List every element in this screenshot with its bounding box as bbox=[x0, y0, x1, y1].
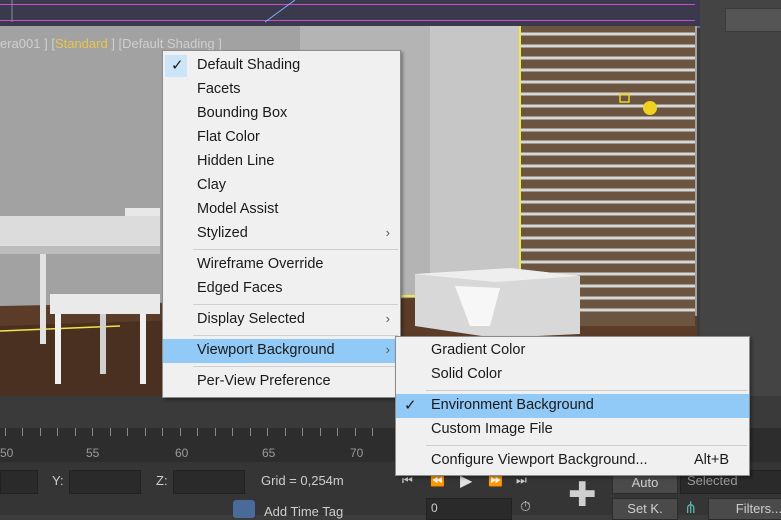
ruler-tick bbox=[92, 428, 93, 436]
ruler-tick bbox=[40, 428, 41, 436]
current-frame-value: 0 bbox=[431, 501, 438, 515]
menu-item-label: Gradient Color bbox=[431, 342, 526, 358]
menu-item-clay[interactable]: Clay bbox=[163, 174, 400, 198]
menu-item-bounding-box[interactable]: Bounding Box bbox=[163, 102, 400, 126]
menu-item-hidden-line[interactable]: Hidden Line bbox=[163, 150, 400, 174]
menu-item-facets[interactable]: Facets bbox=[163, 78, 400, 102]
ruler-number: 70 bbox=[350, 446, 364, 460]
viewport-background-submenu: Gradient Color Solid Color ✓ Environment… bbox=[395, 336, 750, 476]
menu-item-flat-color[interactable]: Flat Color bbox=[163, 126, 400, 150]
menu-item-custom-image-file[interactable]: Custom Image File bbox=[396, 418, 749, 442]
menu-item-model-assist[interactable]: Model Assist bbox=[163, 198, 400, 222]
top-viewport-strip bbox=[0, 0, 700, 28]
set-key-button[interactable]: Set K. bbox=[612, 498, 678, 520]
menu-item-label: Per-View Preference bbox=[197, 373, 331, 389]
menu-item-viewport-background[interactable]: Viewport Background › bbox=[163, 339, 400, 363]
menu-item-label: Model Assist bbox=[197, 201, 279, 217]
menu-item-configure-viewport-background[interactable]: Configure Viewport Background... Alt+B bbox=[396, 449, 749, 473]
key-filters-button[interactable]: Filters... bbox=[708, 498, 781, 520]
z-label: Z: bbox=[156, 473, 168, 488]
menu-item-label: Custom Image File bbox=[431, 421, 553, 437]
y-label: Y: bbox=[52, 473, 64, 488]
ruler-tick bbox=[267, 428, 268, 436]
ruler-number: 60 bbox=[175, 446, 189, 460]
viewport-label-prefix[interactable]: era001 ] [ bbox=[0, 36, 55, 51]
ruler-tick bbox=[110, 428, 111, 436]
ruler-number: 50 bbox=[0, 446, 14, 460]
menu-item-label: Edged Faces bbox=[197, 280, 283, 296]
submenu-arrow-icon: › bbox=[385, 311, 390, 326]
menu-item-solid-color[interactable]: Solid Color bbox=[396, 363, 749, 387]
menu-item-display-selected[interactable]: Display Selected › bbox=[163, 308, 400, 332]
panel-button[interactable] bbox=[725, 8, 781, 32]
submenu-arrow-icon: › bbox=[385, 225, 390, 240]
viewport-label-suffix[interactable]: ] [Default Shading ] bbox=[108, 36, 222, 51]
ruler-tick bbox=[162, 428, 163, 436]
current-frame-field[interactable]: 0 bbox=[426, 498, 512, 520]
ruler-number: 65 bbox=[262, 446, 276, 460]
ruler-tick bbox=[127, 428, 128, 436]
menu-item-wireframe-override[interactable]: Wireframe Override bbox=[163, 253, 400, 277]
menu-item-label: Stylized bbox=[197, 225, 248, 241]
ruler-tick bbox=[320, 428, 321, 436]
ruler-tick bbox=[302, 428, 303, 436]
add-time-tag-button[interactable]: Add Time Tag bbox=[264, 504, 343, 519]
ruler-tick bbox=[180, 428, 181, 436]
ruler-tick bbox=[232, 428, 233, 436]
viewport-label[interactable]: era001 ] [Standard ] [Default Shading ] bbox=[0, 36, 222, 51]
time-config-icon[interactable]: ⏱ bbox=[520, 498, 531, 515]
menu-item-label: Viewport Background bbox=[197, 342, 335, 358]
z-coordinate-field[interactable] bbox=[173, 470, 245, 494]
menu-item-label: Environment Background bbox=[431, 397, 594, 413]
menu-separator bbox=[426, 390, 747, 391]
ruler-tick bbox=[337, 428, 338, 436]
ruler-tick bbox=[22, 428, 23, 436]
menu-item-label: Facets bbox=[197, 81, 241, 97]
menu-item-label: Flat Color bbox=[197, 129, 260, 145]
menu-item-shortcut: Alt+B bbox=[693, 452, 729, 468]
viewport-view-mode[interactable]: Standard bbox=[55, 36, 108, 51]
menu-item-gradient-color[interactable]: Gradient Color bbox=[396, 339, 749, 363]
menu-item-label: Solid Color bbox=[431, 366, 502, 382]
menu-item-label: Display Selected bbox=[197, 311, 305, 327]
menu-item-per-view-preference[interactable]: Per-View Preference bbox=[163, 370, 400, 394]
menu-item-label: Clay bbox=[197, 177, 227, 193]
menu-separator bbox=[426, 445, 747, 446]
ruler-tick bbox=[355, 428, 356, 436]
menu-item-label: Hidden Line bbox=[197, 153, 275, 169]
viewport-shading-menu: ✓ Default Shading Facets Bounding Box Fl… bbox=[162, 50, 401, 398]
menu-item-edged-faces[interactable]: Edged Faces bbox=[163, 277, 400, 301]
menu-separator bbox=[193, 304, 398, 305]
submenu-arrow-icon: › bbox=[385, 342, 390, 357]
menu-item-label: Wireframe Override bbox=[197, 256, 324, 272]
menu-item-label: Bounding Box bbox=[197, 105, 288, 121]
ruler-tick bbox=[285, 428, 286, 436]
ruler-tick bbox=[5, 428, 6, 436]
ruler-tick bbox=[250, 428, 251, 436]
grid-lines bbox=[11, 0, 296, 23]
ruler-number: 55 bbox=[86, 446, 100, 460]
menu-item-default-shading[interactable]: ✓ Default Shading bbox=[163, 54, 400, 78]
y-coordinate-field[interactable] bbox=[69, 470, 141, 494]
ruler-tick bbox=[215, 428, 216, 436]
ruler-tick bbox=[372, 428, 373, 436]
checkmark-icon: ✓ bbox=[171, 57, 184, 74]
menu-item-environment-background[interactable]: ✓ Environment Background bbox=[396, 394, 749, 418]
menu-separator bbox=[193, 249, 398, 250]
set-key-plus-icon[interactable]: ✚ bbox=[568, 478, 597, 512]
menu-item-label: Configure Viewport Background... bbox=[431, 452, 648, 468]
ruler-tick bbox=[145, 428, 146, 436]
ruler-tick bbox=[197, 428, 198, 436]
key-filter-icon[interactable]: ⋔ bbox=[684, 498, 697, 518]
menu-separator bbox=[193, 366, 398, 367]
x-coordinate-field[interactable] bbox=[0, 470, 38, 494]
ruler-tick bbox=[75, 428, 76, 436]
ruler-tick bbox=[57, 428, 58, 436]
menu-item-stylized[interactable]: Stylized › bbox=[163, 222, 400, 246]
grid-size-text: Grid = 0,254m bbox=[261, 473, 344, 488]
time-tag-icon[interactable] bbox=[233, 500, 255, 518]
checkmark-icon: ✓ bbox=[404, 397, 417, 414]
menu-item-label: Default Shading bbox=[197, 57, 301, 73]
menu-separator bbox=[193, 335, 398, 336]
